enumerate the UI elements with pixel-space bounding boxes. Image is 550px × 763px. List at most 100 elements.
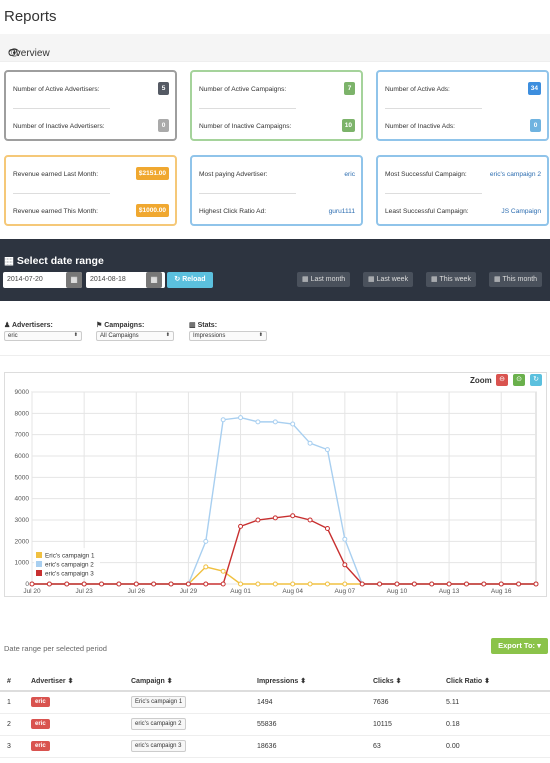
y-tick-label: 4000 [15, 496, 30, 503]
data-point [342, 562, 348, 568]
stat-link[interactable]: eric [344, 171, 355, 178]
data-point [272, 419, 278, 425]
stat-link[interactable]: guru1111 [329, 208, 355, 215]
select-arrows-icon: ⬍ [73, 332, 78, 338]
stat-label: Most Successful Campaign: [385, 171, 467, 178]
data-point [290, 581, 296, 587]
data-point [290, 513, 296, 519]
data-point [377, 581, 383, 587]
start-calendar-button[interactable]: ▦ [66, 272, 82, 288]
data-point [307, 440, 313, 446]
data-point [272, 581, 278, 587]
last-week-button[interactable]: ▦ Last week [363, 272, 414, 287]
advertisers-select[interactable]: eric ⬍ [4, 331, 82, 341]
y-tick-label: 1000 [15, 560, 30, 567]
data-point [516, 581, 522, 587]
advertisers-label: ♟ Advertisers: [4, 322, 53, 329]
col-campaign[interactable]: Campaign ⬍ [124, 672, 250, 692]
data-point [429, 581, 435, 587]
campaign-tag[interactable]: Eric's campaign 1 [131, 696, 187, 709]
stat-value-badge: 10 [341, 119, 355, 132]
y-tick-label: 6000 [15, 453, 30, 460]
stat-label: Number of Active Ads: [385, 86, 450, 93]
table-row: 1 eric Eric's campaign 1 1494 7636 5.11 [0, 691, 550, 714]
overview-header: 👁 Overview [0, 34, 550, 62]
campaign-tag[interactable]: eric's campaign 2 [131, 718, 186, 730]
data-point [203, 538, 209, 544]
sort-icon: ⬍ [484, 678, 491, 685]
reload-button[interactable]: ↻ Reload [167, 272, 213, 288]
data-point [64, 581, 70, 587]
data-point [324, 526, 330, 532]
advertiser-badge[interactable]: eric [31, 741, 50, 751]
stat-link[interactable]: eric's campaign 2 [490, 171, 541, 178]
table-row: 2 eric eric's campaign 2 55836 10115 0.1… [0, 713, 550, 736]
zoom-reset-button[interactable]: ⊙ [513, 374, 525, 386]
y-tick-label: 2000 [15, 538, 30, 545]
data-point [324, 581, 330, 587]
y-tick-label: 0 [25, 581, 29, 588]
stat-label: Revenue earned This Month: [13, 208, 98, 215]
data-point [533, 581, 539, 587]
data-point [29, 581, 35, 587]
data-point [255, 419, 261, 425]
filters-panel: ♟ Advertisers: eric ⬍ ⚑ Campaigns: All Ca… [0, 301, 550, 356]
data-point [394, 581, 400, 587]
data-point [342, 536, 348, 542]
stat-label: Number of Inactive Advertisers: [13, 123, 105, 130]
x-tick-label: Aug 16 [491, 588, 512, 595]
table-header-row: # Advertiser ⬍ Campaign ⬍ Impressions ⬍ … [0, 672, 550, 692]
end-calendar-button[interactable]: ▦ [146, 272, 162, 288]
export-button[interactable]: Export To: ▾ [491, 638, 548, 654]
data-point [307, 517, 313, 523]
sort-icon: ⬍ [67, 678, 74, 685]
bar-chart-icon: ▥ [189, 322, 196, 329]
results-table: # Advertiser ⬍ Campaign ⬍ Impressions ⬍ … [0, 672, 550, 758]
zoom-out-button[interactable]: ⊖ [496, 374, 508, 386]
table-row: 3 eric eric's campaign 3 18636 63 0.00 [0, 735, 550, 758]
stat-link[interactable]: JS Campaign [501, 208, 541, 215]
col-impressions[interactable]: Impressions ⬍ [250, 672, 366, 692]
divider [385, 108, 482, 109]
select-arrows-icon: ⬍ [258, 332, 263, 338]
x-tick-label: Jul 29 [180, 588, 198, 595]
stat-value-badge: $2151.00 [135, 167, 169, 180]
this-week-button[interactable]: ▦ This week [426, 272, 476, 287]
data-point [359, 581, 365, 587]
col-clicks[interactable]: Clicks ⬍ [366, 672, 439, 692]
data-point [220, 417, 226, 423]
col-number: # [0, 672, 24, 692]
advertiser-badge[interactable]: eric [31, 697, 50, 708]
data-point [446, 581, 452, 587]
zoom-refresh-button[interactable]: ↻ [530, 374, 542, 386]
x-tick-label: Jul 26 [128, 588, 146, 595]
data-point [220, 568, 226, 574]
campaign-tag[interactable]: eric's campaign 3 [131, 740, 186, 752]
stat-label: Least Successful Campaign: [385, 208, 469, 215]
data-point [324, 447, 330, 453]
campaign-success-card: Most Successful Campaign: eric's campaign… [376, 155, 549, 226]
campaigns-select[interactable]: All Campaigns ⬍ [96, 331, 174, 341]
stats-select[interactable]: Impressions ⬍ [189, 331, 267, 341]
legend-label: eric's campaign 3 [45, 571, 94, 578]
this-month-button[interactable]: ▦ This month [489, 272, 543, 287]
col-click-ratio[interactable]: Click Ratio ⬍ [439, 672, 550, 692]
stat-label: Number of Inactive Campaigns: [199, 123, 292, 130]
stats-label: ▥ Stats: [189, 322, 218, 329]
divider [199, 193, 296, 194]
data-point [151, 581, 157, 587]
data-point [81, 581, 87, 587]
legend-swatch [36, 570, 42, 576]
col-advertiser[interactable]: Advertiser ⬍ [24, 672, 124, 692]
data-point [238, 523, 244, 529]
stat-label: Number of Inactive Ads: [385, 123, 456, 130]
data-point [290, 421, 296, 427]
last-month-button[interactable]: ▦ Last month [297, 272, 351, 287]
page-title: Reports [4, 8, 57, 25]
x-tick-label: Jul 23 [75, 588, 93, 595]
divider [385, 193, 482, 194]
data-point [238, 415, 244, 421]
advertiser-badge[interactable]: eric [31, 719, 50, 729]
select-arrows-icon: ⬍ [165, 332, 170, 338]
x-tick-label: Aug 10 [387, 588, 408, 595]
